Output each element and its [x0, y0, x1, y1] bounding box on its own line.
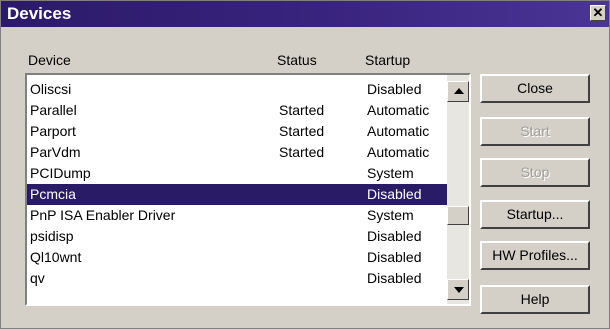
devices-dialog: Devices ✕ Device Status Startup Oliscsi …: [0, 0, 610, 329]
column-header-device[interactable]: Device: [28, 52, 71, 68]
device-name: ParVdm: [30, 144, 81, 160]
list-item[interactable]: ParVdm Started Automatic: [27, 142, 447, 163]
arrow-down-icon: [454, 287, 464, 293]
hw-profiles-button[interactable]: HW Profiles...: [480, 241, 590, 270]
device-name: PCIDump: [30, 165, 91, 181]
title-bar[interactable]: Devices ✕: [1, 1, 609, 27]
device-status: Started: [279, 102, 325, 118]
device-name: Pcmcia: [30, 186, 76, 202]
help-button[interactable]: Help: [480, 285, 590, 314]
arrow-up-icon: [454, 88, 464, 94]
device-name: PnP ISA Enabler Driver: [30, 207, 176, 223]
stop-button[interactable]: Stop: [480, 158, 590, 187]
list-item[interactable]: Ql10wnt Disabled: [27, 247, 447, 268]
device-startup: Automatic: [367, 144, 430, 160]
list-item[interactable]: Parallel Started Automatic: [27, 100, 447, 121]
device-name: Oliscsi: [30, 81, 72, 97]
scroll-down-button[interactable]: [447, 279, 469, 300]
list-item[interactable]: PCIDump System: [27, 163, 447, 184]
start-button[interactable]: Start: [480, 117, 590, 146]
list-item-selected[interactable]: Pcmcia Disabled: [27, 184, 447, 205]
dialog-title: Devices: [7, 4, 72, 23]
close-icon[interactable]: ✕: [590, 5, 606, 21]
device-startup: Automatic: [367, 102, 430, 118]
device-startup: Disabled: [367, 249, 422, 265]
list-item[interactable]: Parport Started Automatic: [27, 121, 447, 142]
device-startup: System: [367, 165, 414, 181]
list-item[interactable]: PnP ISA Enabler Driver System: [27, 205, 447, 226]
device-status: Started: [279, 144, 325, 160]
device-name: qv: [30, 270, 45, 286]
device-name: Parport: [30, 123, 76, 139]
devices-list[interactable]: Oliscsi Disabled Parallel Started Automa…: [25, 73, 471, 306]
device-startup: Disabled: [367, 228, 422, 244]
device-startup: Disabled: [367, 81, 422, 97]
close-button[interactable]: Close: [480, 74, 590, 103]
device-name: psidisp: [30, 228, 74, 244]
device-startup: Automatic: [367, 123, 430, 139]
device-startup: Disabled: [367, 186, 422, 202]
list-item[interactable]: Oliscsi Disabled: [27, 79, 447, 100]
device-name: Parallel: [30, 102, 77, 118]
column-header-status[interactable]: Status: [277, 52, 317, 68]
device-startup: System: [367, 207, 414, 223]
scrollbar-thumb[interactable]: [447, 206, 469, 225]
vertical-scrollbar[interactable]: [447, 75, 469, 304]
list-item[interactable]: psidisp Disabled: [27, 226, 447, 247]
device-name: Ql10wnt: [30, 249, 82, 265]
scroll-up-button[interactable]: [447, 81, 469, 102]
device-startup: Disabled: [367, 270, 422, 286]
list-item[interactable]: qv Disabled: [27, 268, 447, 289]
column-header-startup[interactable]: Startup: [365, 52, 410, 68]
device-status: Started: [279, 123, 325, 139]
startup-button[interactable]: Startup...: [480, 200, 590, 229]
